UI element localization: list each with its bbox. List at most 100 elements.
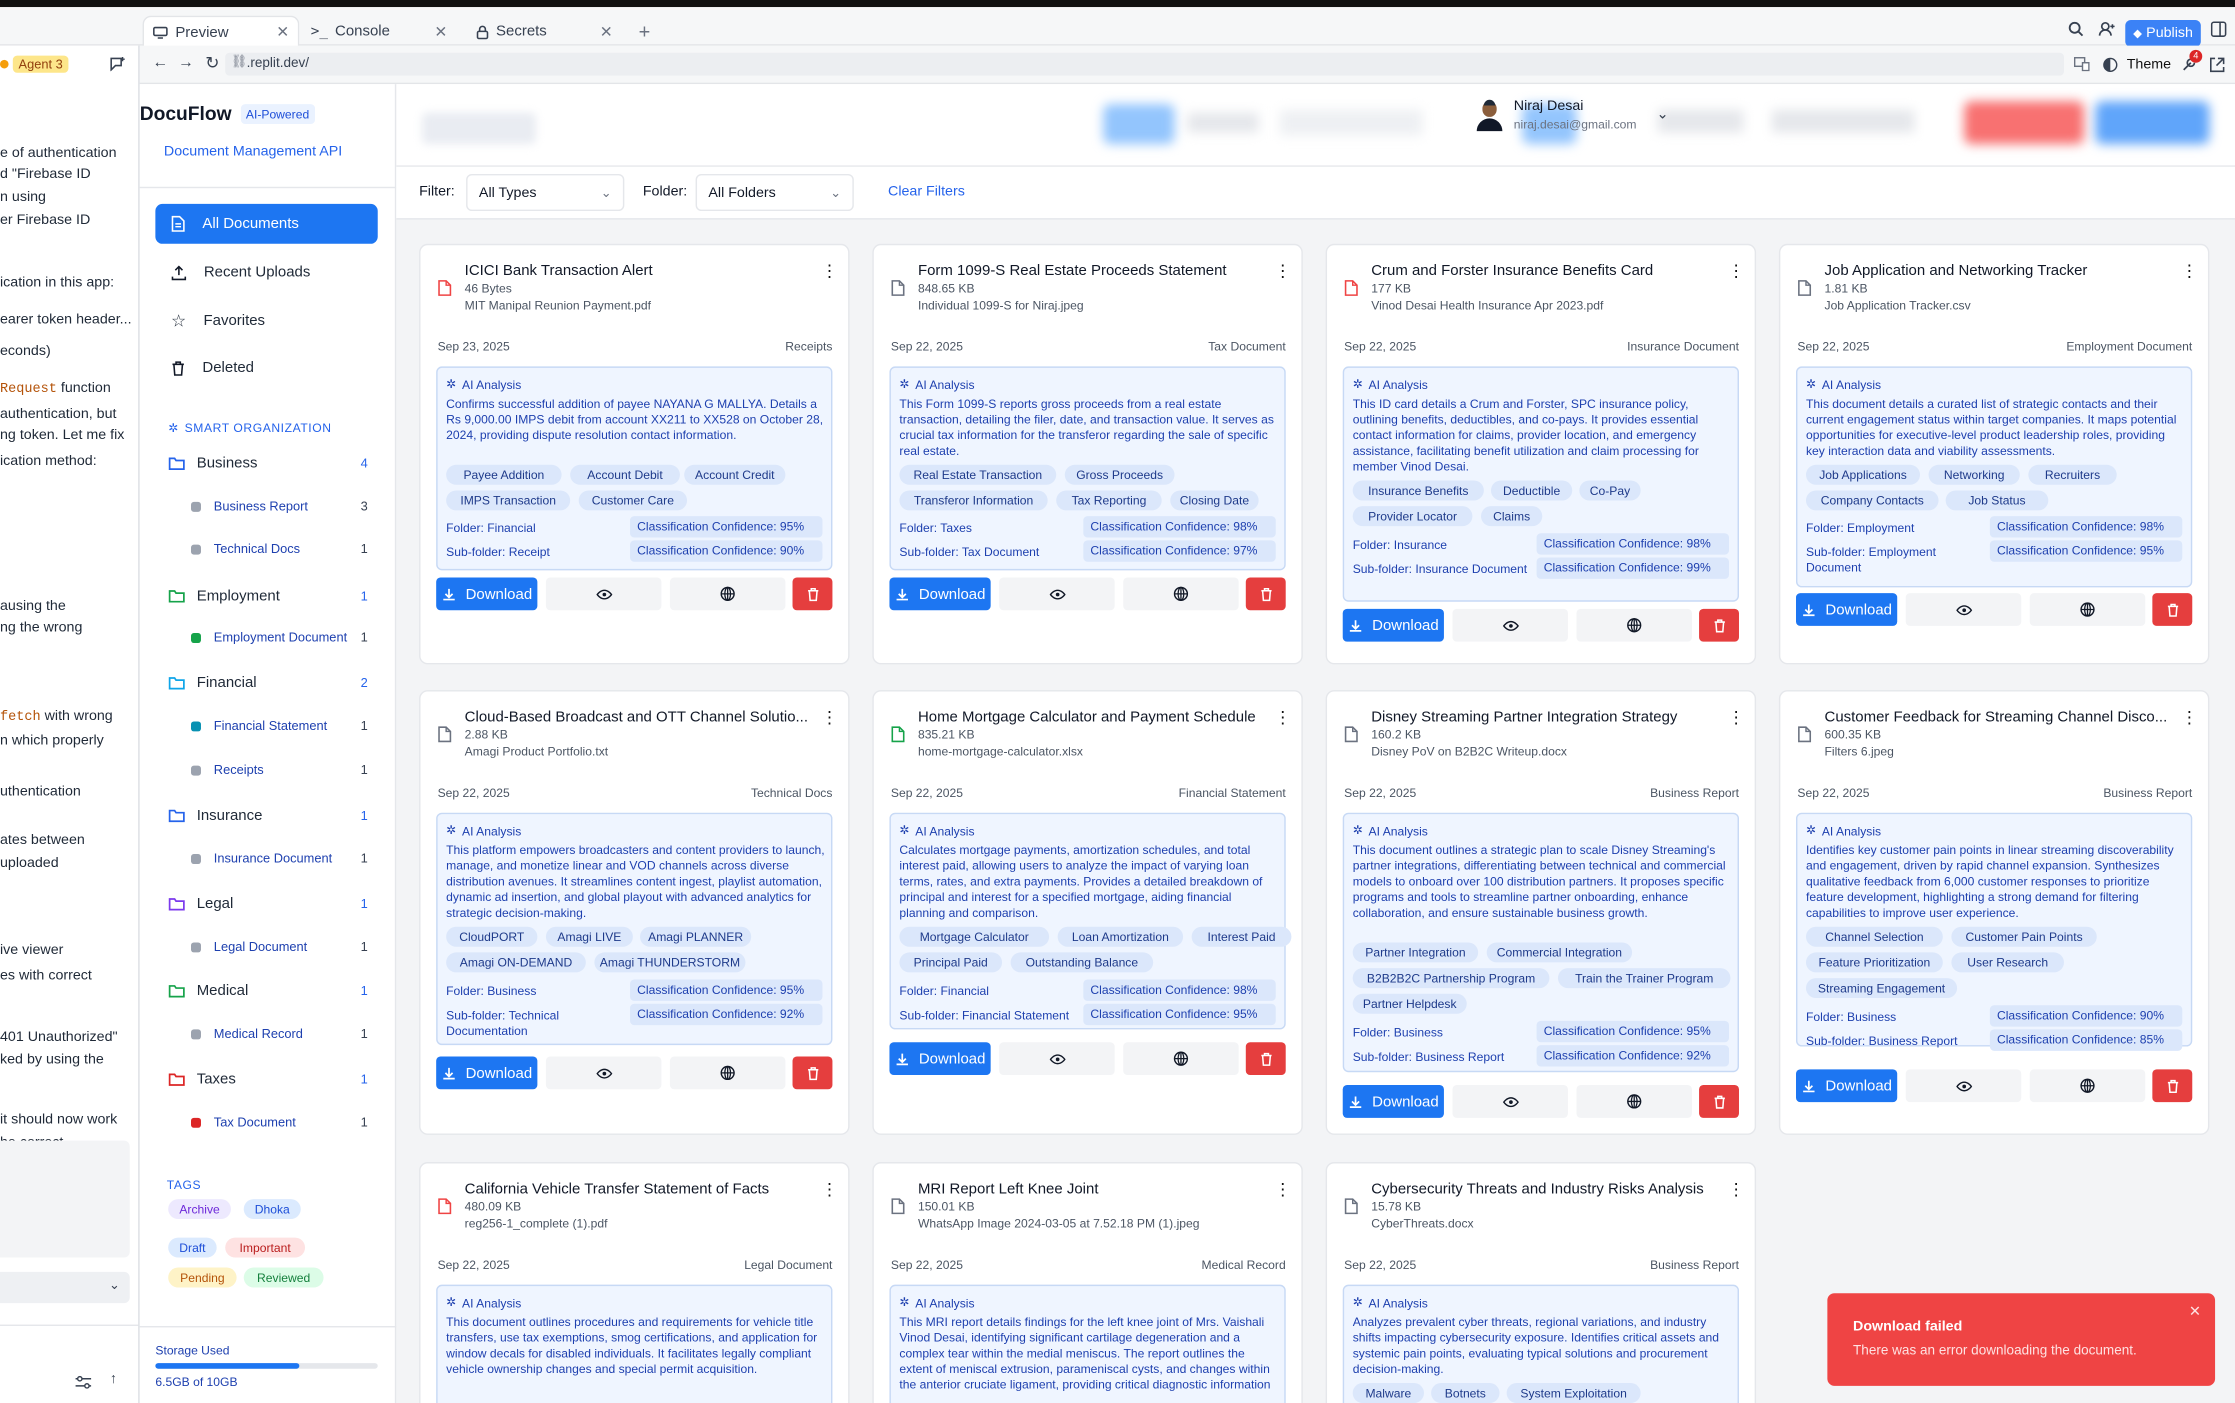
close-icon[interactable]: ✕ (276, 23, 289, 41)
download-button[interactable]: Download (889, 577, 991, 611)
external-link-icon[interactable] (2209, 57, 2225, 73)
more-options-icon[interactable]: ⋮ (1728, 262, 1745, 279)
share-button[interactable] (1576, 1085, 1692, 1118)
preview-button[interactable] (1452, 1085, 1568, 1118)
publish-button[interactable]: ◆ Publish (2125, 19, 2201, 48)
folder-legal[interactable]: Legal 1 (168, 895, 368, 913)
preview-button[interactable] (545, 577, 662, 611)
preview-button[interactable] (1905, 593, 2022, 626)
new-chat-icon[interactable] (110, 57, 126, 72)
delete-button[interactable] (2152, 1069, 2193, 1103)
share-button[interactable] (2029, 1069, 2146, 1103)
tag-draft[interactable]: Draft (168, 1237, 217, 1258)
nav-favorites[interactable]: ☆ Favorites (155, 301, 377, 341)
tag-reviewed[interactable]: Reviewed (243, 1267, 324, 1288)
devices-icon[interactable] (2073, 57, 2090, 72)
preview-button[interactable] (999, 1042, 1115, 1076)
more-options-icon[interactable]: ⋮ (2181, 262, 2198, 279)
more-options-icon[interactable]: ⋮ (821, 262, 838, 279)
subfolder-insurance-document[interactable]: Insurance Document 1 (191, 851, 368, 865)
download-button[interactable]: Download (1796, 1069, 1898, 1103)
tag-important[interactable]: Important (225, 1237, 306, 1258)
more-options-icon[interactable]: ⋮ (821, 709, 838, 726)
document-card[interactable]: ⋮ Disney Streaming Partner Integration St… (1325, 690, 1757, 1135)
subfolder-business-report[interactable]: Business Report 3 (191, 499, 368, 513)
folder-financial[interactable]: Financial 2 (168, 674, 368, 692)
share-button[interactable] (1576, 608, 1692, 642)
tag-pending[interactable]: Pending (168, 1267, 237, 1288)
preview-button[interactable] (999, 577, 1115, 611)
forward-icon[interactable]: → (178, 54, 194, 71)
document-card[interactable]: ⋮ ICICI Bank Transaction Alert 46 Bytes MIT… (419, 243, 850, 665)
download-button[interactable]: Download (1342, 608, 1444, 642)
back-icon[interactable]: ← (153, 54, 169, 71)
tab-preview[interactable]: Preview ✕ (142, 15, 300, 48)
document-card[interactable]: ⋮ Form 1099-S Real Estate Proceeds Statem… (872, 243, 1303, 665)
folder-filter-select[interactable]: All Folders ⌄ (695, 173, 854, 212)
user-menu[interactable]: Niraj Desai niraj.desai@gmail.com ⌄ (1476, 98, 1668, 131)
type-filter-select[interactable]: All Types ⌄ (466, 173, 625, 212)
delete-button[interactable] (792, 577, 833, 611)
document-card[interactable]: ⋮ Crum and Forster Insurance Benefits Car… (1325, 243, 1757, 665)
more-options-icon[interactable]: ⋮ (821, 1181, 838, 1198)
settings-sliders-icon[interactable] (75, 1375, 92, 1389)
download-button[interactable]: Download (436, 577, 538, 611)
folder-medical[interactable]: Medical 1 (168, 982, 368, 999)
folder-business[interactable]: Business 4 (168, 455, 368, 472)
send-arrow-icon[interactable]: ↑ (110, 1372, 117, 1388)
document-card[interactable]: ⋮ Cloud-Based Broadcast and OTT Channel S… (419, 690, 850, 1135)
subfolder-financial-statement[interactable]: Financial Statement 1 (191, 719, 368, 733)
new-tab-icon[interactable]: + (639, 20, 651, 43)
document-card[interactable]: ⋮ Home Mortgage Calculator and Payment Sc… (872, 690, 1303, 1135)
more-options-icon[interactable]: ⋮ (1274, 262, 1291, 279)
share-button[interactable] (2029, 593, 2146, 626)
tab-console[interactable]: >_ Console ✕ (302, 16, 456, 47)
search-icon[interactable] (2068, 21, 2084, 37)
delete-button[interactable] (792, 1056, 833, 1090)
agent-collapsed-section[interactable]: ⌄ (0, 1271, 130, 1304)
nav-deleted[interactable]: Deleted (155, 348, 377, 388)
folder-taxes[interactable]: Taxes 1 (168, 1071, 368, 1088)
subfolder-legal-document[interactable]: Legal Document 1 (191, 940, 368, 954)
preview-button[interactable] (1905, 1069, 2022, 1103)
nav-all-documents[interactable]: All Documents (155, 203, 378, 244)
subfolder-technical-docs[interactable]: Technical Docs 1 (191, 542, 368, 556)
close-icon[interactable]: ✕ (600, 22, 613, 41)
delete-button[interactable] (2152, 593, 2193, 626)
delete-button[interactable] (1245, 1042, 1286, 1076)
more-options-icon[interactable]: ⋮ (1728, 709, 1745, 726)
more-options-icon[interactable]: ⋮ (1274, 709, 1291, 726)
more-options-icon[interactable]: ⋮ (1728, 1181, 1745, 1198)
subfolder-receipts[interactable]: Receipts 1 (191, 763, 368, 777)
document-card[interactable]: ⋮ Customer Feedback for Streaming Channel… (1778, 690, 2210, 1135)
more-options-icon[interactable]: ⋮ (1274, 1181, 1291, 1198)
share-button[interactable] (669, 577, 786, 611)
more-options-icon[interactable]: ⋮ (2181, 709, 2198, 726)
download-button[interactable]: Download (1796, 593, 1898, 626)
share-button[interactable] (1123, 577, 1239, 611)
delete-button[interactable] (1699, 1085, 1739, 1118)
nav-recent-uploads[interactable]: Recent Uploads (155, 252, 377, 292)
folder-employment[interactable]: Employment 1 (168, 587, 368, 605)
close-icon[interactable]: ✕ (2189, 1305, 2201, 1321)
theme-icon[interactable] (2102, 57, 2118, 73)
refresh-icon[interactable]: ↻ (205, 53, 219, 73)
delete-button[interactable] (1699, 608, 1739, 642)
tab-secrets[interactable]: Secrets ✕ (468, 16, 622, 47)
subfolder-tax-document[interactable]: Tax Document 1 (191, 1115, 368, 1129)
share-button[interactable] (669, 1056, 786, 1090)
tag-archive[interactable]: Archive (168, 1199, 231, 1220)
download-button[interactable]: Download (436, 1056, 538, 1090)
download-button[interactable]: Download (1342, 1085, 1444, 1118)
preview-button[interactable] (545, 1056, 662, 1090)
share-button[interactable] (1123, 1042, 1239, 1076)
document-card[interactable]: ⋮ Job Application and Networking Tracker 1… (1778, 243, 2210, 665)
url-field[interactable]: ⛓ .replit.dev/ (225, 52, 2064, 76)
clear-filters-button[interactable]: Clear Filters (888, 184, 965, 200)
document-card[interactable]: ⋮ Cybersecurity Threats and Industry Risk… (1325, 1162, 1757, 1403)
folder-insurance[interactable]: Insurance 1 (168, 807, 368, 824)
subfolder-employment-document[interactable]: Employment Document 1 (191, 630, 368, 644)
close-icon[interactable]: ✕ (434, 22, 447, 41)
subfolder-medical-record[interactable]: Medical Record 1 (191, 1027, 368, 1041)
download-button[interactable]: Download (889, 1042, 991, 1076)
